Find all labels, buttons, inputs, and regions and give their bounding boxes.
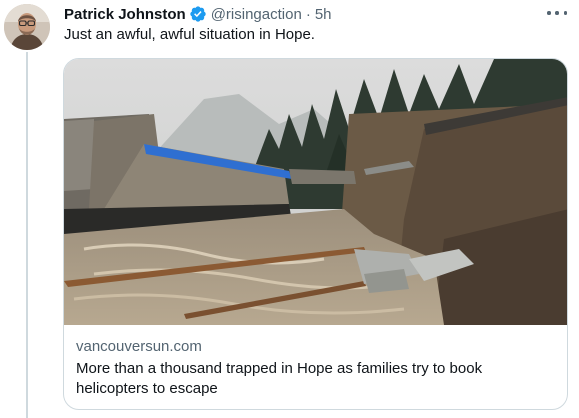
timestamp[interactable]: 5h [315,6,332,23]
flood-photo [64,59,567,325]
more-options-icon[interactable] [547,6,567,20]
tweet-header: Patrick Johnston @risingaction · 5h [64,4,332,24]
avatar-photo [4,4,50,50]
author-name[interactable]: Patrick Johnston [64,6,186,23]
card-domain: vancouversun.com [76,338,202,355]
card-meta: vancouversun.com More than a thousand tr… [76,337,555,399]
avatar[interactable] [4,4,50,50]
separator-dot: · [305,5,311,23]
card-image[interactable] [64,59,567,325]
more-dot [555,11,559,15]
card-title[interactable]: More than a thousand trapped in Hope as … [76,359,555,399]
tweet-text: Just an awful, awful situation in Hope. [64,26,315,43]
more-dot [563,11,567,15]
verified-badge-icon [189,5,207,23]
thread-line [26,52,28,418]
link-card[interactable]: vancouversun.com More than a thousand tr… [63,58,568,410]
author-handle[interactable]: @risingaction [211,6,302,23]
more-dot [547,11,551,15]
